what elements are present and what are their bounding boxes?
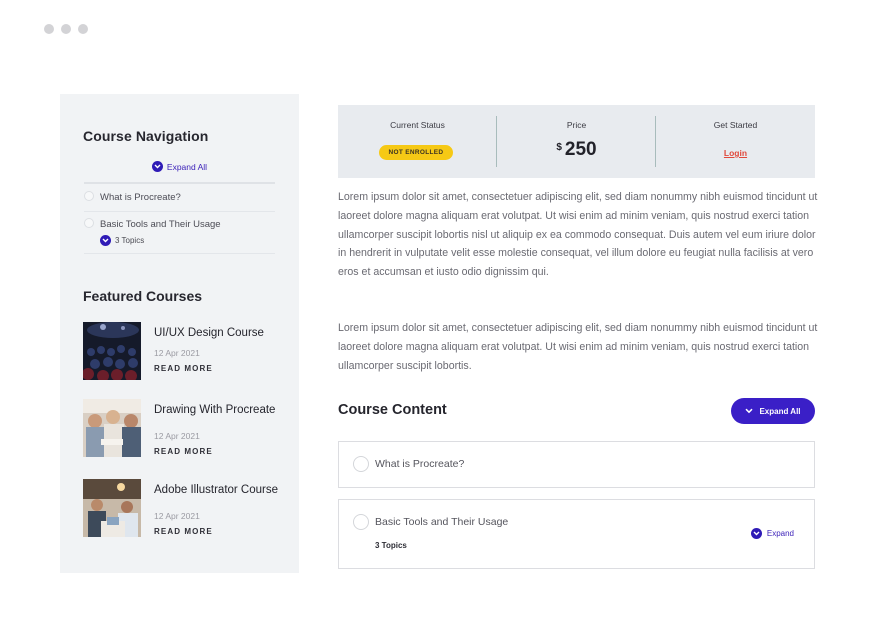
read-more-link[interactable]: READ MORE: [154, 527, 213, 536]
featured-course-card[interactable]: Adobe Illustrator Course 12 Apr 2021 REA…: [83, 479, 283, 537]
course-date: 12 Apr 2021: [154, 431, 200, 441]
current-status-label: Current Status: [390, 120, 445, 130]
sidebar-topics-toggle[interactable]: 3 Topics: [100, 235, 144, 246]
get-started-column: Get Started Login: [656, 105, 815, 178]
divider: [84, 253, 275, 254]
course-date: 12 Apr 2021: [154, 348, 200, 358]
course-content-title: Course Content: [338, 402, 447, 418]
chevron-down-icon: [151, 161, 163, 172]
current-status-column: Current Status NOT ENROLLED: [338, 105, 497, 178]
chevron-down-icon: [100, 235, 111, 246]
course-description: Lorem ipsum dolor sit amet, consectetuer…: [338, 322, 818, 372]
course-navigation-title: Course Navigation: [83, 128, 209, 144]
course-thumbnail[interactable]: [83, 399, 141, 457]
topics-count: 3 Topics: [115, 236, 145, 245]
expand-lesson-button[interactable]: Expand: [750, 528, 794, 539]
sidebar: Course Navigation Expand All What is Pro…: [60, 94, 299, 573]
lesson-title[interactable]: What is Procreate?: [375, 458, 464, 470]
sidebar-expand-all[interactable]: Expand All: [60, 161, 299, 172]
lesson-item[interactable]: Basic Tools and Their Usage 3 Topics Exp…: [338, 499, 815, 569]
sidebar-item-label: Basic Tools and Their Usage: [100, 219, 221, 230]
incomplete-circle-icon: [84, 218, 94, 228]
expand-all-button[interactable]: Expand All: [731, 398, 815, 424]
incomplete-circle-icon: [353, 456, 369, 472]
sidebar-item-what-is-procreate[interactable]: What is Procreate?: [84, 191, 275, 203]
lesson-title[interactable]: Basic Tools and Their Usage: [375, 516, 508, 528]
login-link[interactable]: Login: [656, 148, 815, 158]
featured-course-card[interactable]: Drawing With Procreate 12 Apr 2021 READ …: [83, 399, 283, 457]
chevron-down-icon: [750, 528, 762, 539]
price-label: Price: [566, 120, 587, 130]
lesson-item[interactable]: What is Procreate?: [338, 441, 815, 488]
course-title[interactable]: Drawing With Procreate: [154, 403, 284, 417]
expand-all-label: Expand All: [166, 161, 208, 172]
currency-symbol: $: [556, 142, 562, 153]
course-thumbnail[interactable]: [83, 322, 141, 380]
chevron-down-icon: [745, 408, 753, 414]
progress-bar: [84, 182, 275, 184]
incomplete-circle-icon: [353, 514, 369, 530]
topics-count: 3 Topics: [375, 541, 407, 550]
sidebar-item-basic-tools[interactable]: Basic Tools and Their Usage: [84, 218, 275, 230]
price-column: Price $250: [497, 105, 656, 178]
featured-courses-title: Featured Courses: [83, 288, 203, 304]
divider: [84, 211, 275, 212]
course-thumbnail[interactable]: [83, 479, 141, 537]
expand-label: Expand: [766, 529, 794, 538]
course-date: 12 Apr 2021: [154, 511, 200, 521]
window-dot: [78, 24, 88, 34]
window-dot: [61, 24, 71, 34]
get-started-label: Get Started: [713, 120, 758, 130]
course-status-bar: Current Status NOT ENROLLED Price $250 G…: [338, 105, 815, 178]
course-title[interactable]: Adobe Illustrator Course: [154, 483, 284, 497]
read-more-link[interactable]: READ MORE: [154, 447, 213, 456]
course-description: Lorem ipsum dolor sit amet, consectetuer…: [338, 191, 818, 279]
status-badge: NOT ENROLLED: [379, 145, 453, 160]
sidebar-item-label: What is Procreate?: [100, 192, 181, 203]
course-title[interactable]: UI/UX Design Course: [154, 326, 284, 340]
window-controls: [44, 24, 88, 34]
featured-course-card[interactable]: UI/UX Design Course 12 Apr 2021 READ MOR…: [83, 322, 283, 380]
incomplete-circle-icon: [84, 191, 94, 201]
expand-all-label: Expand All: [759, 406, 801, 416]
window-dot: [44, 24, 54, 34]
price-value: $250: [497, 139, 656, 161]
read-more-link[interactable]: READ MORE: [154, 364, 213, 373]
price-amount: 250: [564, 139, 597, 160]
